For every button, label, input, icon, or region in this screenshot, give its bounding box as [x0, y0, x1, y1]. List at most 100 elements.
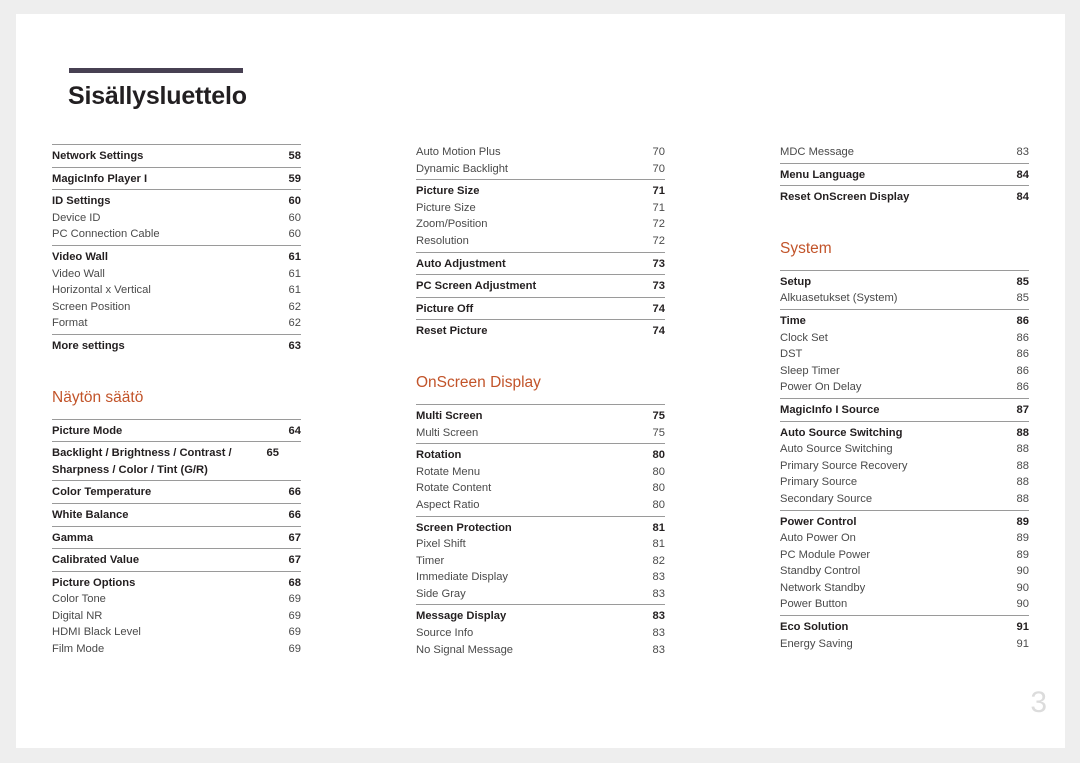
toc-entry-sub[interactable]: Resolution 72 — [416, 233, 665, 250]
toc-entry-main[interactable]: Power Control 89 — [780, 514, 1029, 531]
toc-entry-sub[interactable]: Color Tone 69 — [52, 591, 301, 608]
toc-entry-label: Energy Saving — [780, 637, 853, 650]
toc-entry-sub[interactable]: Rotate Content 80 — [416, 480, 665, 497]
toc-entry-page-number: 71 — [652, 201, 665, 214]
toc-entry-sub[interactable]: Auto Source Switching 88 — [780, 441, 1029, 458]
toc-entry-sub[interactable]: Auto Power On 89 — [780, 530, 1029, 547]
toc-entry-main[interactable]: Auto Adjustment 73 — [416, 256, 665, 273]
toc-entry-sub[interactable]: Network Standby 90 — [780, 580, 1029, 597]
toc-entry-sub[interactable]: Power Button 90 — [780, 596, 1029, 613]
toc-entry-main[interactable]: Calibrated Value 67 — [52, 552, 301, 569]
toc-entry-main[interactable]: Picture Off 74 — [416, 301, 665, 318]
toc-entry-page-number: 86 — [1016, 364, 1029, 377]
toc-entry-sub[interactable]: MDC Message 83 — [780, 144, 1029, 161]
toc-entry-sub[interactable]: DST 86 — [780, 346, 1029, 363]
toc-entry-sub[interactable]: Immediate Display 83 — [416, 569, 665, 586]
toc-entry-sub[interactable]: Secondary Source 88 — [780, 491, 1029, 508]
toc-entry-page-number: 89 — [1016, 532, 1029, 545]
toc-entry-page-number: 73 — [652, 257, 665, 270]
toc-entry-sub[interactable]: Clock Set 86 — [780, 330, 1029, 347]
toc-entry-label: HDMI Black Level — [52, 626, 141, 639]
toc-entry-sub[interactable]: Device ID 60 — [52, 210, 301, 227]
toc-entry-page-number: 65 — [266, 447, 279, 460]
toc-entry-sub[interactable]: Film Mode 69 — [52, 641, 301, 658]
toc-entry-sub[interactable]: Digital NR 69 — [52, 608, 301, 625]
toc-entry-label: Auto Source Switching — [780, 426, 903, 439]
toc-entry-main[interactable]: Color Temperature 66 — [52, 484, 301, 501]
toc-entry-main[interactable]: PC Screen Adjustment 73 — [416, 278, 665, 295]
toc-entry-main[interactable]: Setup 85 — [780, 274, 1029, 291]
toc-entry-label: Film Mode — [52, 643, 105, 656]
toc-entry-main[interactable]: Picture Mode 64 — [52, 423, 301, 440]
toc-entry-main[interactable]: Picture Size 71 — [416, 183, 665, 200]
toc-entry-sub[interactable]: Timer 82 — [416, 553, 665, 570]
toc-entry-main[interactable]: White Balance 66 — [52, 507, 301, 524]
toc-group: Time 86 Clock Set 86 DST 86 Sleep Timer 86 Power… — [780, 308, 1029, 396]
toc-entry-label: Rotate Menu — [416, 465, 481, 478]
toc-entry-sub[interactable]: Alkuasetukset (System) 85 — [780, 290, 1029, 307]
toc-entry-sub[interactable]: Standby Control 90 — [780, 563, 1029, 580]
toc-entry-sub[interactable]: HDMI Black Level 69 — [52, 624, 301, 641]
toc-entry-main[interactable]: MagicInfo Player I 59 — [52, 171, 301, 188]
toc-entry-sub[interactable]: Video Wall 61 — [52, 266, 301, 283]
toc-entry-label: Screen Position — [52, 300, 131, 313]
toc-entry-sub[interactable]: Dynamic Backlight 70 — [416, 161, 665, 178]
toc-entry-main[interactable]: Rotation 80 — [416, 447, 665, 464]
toc-entry-main[interactable]: Eco Solution 91 — [780, 619, 1029, 636]
toc-entry-page-number: 88 — [1016, 426, 1029, 439]
toc-entry-main[interactable]: MagicInfo I Source 87 — [780, 402, 1029, 419]
toc-entry-label: Screen Protection — [416, 521, 512, 534]
toc-entry-page-number: 88 — [1016, 443, 1029, 456]
toc-entry-main[interactable]: Screen Protection 81 — [416, 520, 665, 537]
toc-entry-main[interactable]: More settings 63 — [52, 338, 301, 355]
toc-entry-sub[interactable]: Primary Source Recovery 88 — [780, 458, 1029, 475]
toc-entry-sub[interactable]: Pixel Shift 81 — [416, 536, 665, 553]
toc-group: Power Control 89 Auto Power On 89 PC Module … — [780, 509, 1029, 614]
toc-entry-page-number: 80 — [652, 482, 665, 495]
toc-entry-main[interactable]: Multi Screen 75 — [416, 408, 665, 425]
toc-entry-sub[interactable]: Side Gray 83 — [416, 586, 665, 603]
toc-entry-label: Picture Mode — [52, 424, 123, 437]
toc-group: Eco Solution 91 Energy Saving 91 — [780, 615, 1029, 652]
toc-entry-sub[interactable]: Auto Motion Plus 70 — [416, 144, 665, 161]
toc-entry-sub[interactable]: Picture Size 71 — [416, 200, 665, 217]
toc-entry-main[interactable]: Reset Picture 74 — [416, 323, 665, 340]
toc-entry-sub[interactable]: Rotate Menu 80 — [416, 464, 665, 481]
toc-entry-main[interactable]: Reset OnScreen Display 84 — [780, 189, 1029, 206]
toc-group: MDC Message 83 — [780, 144, 1029, 161]
toc-entry-sub[interactable]: Multi Screen 75 — [416, 425, 665, 442]
toc-entry-sub[interactable]: Source Info 83 — [416, 625, 665, 642]
toc-entry-main[interactable]: Picture Options 68 — [52, 575, 301, 592]
document-page: Sisällysluettelo Network Settings 58 Magic… — [16, 14, 1065, 748]
toc-entry-sub[interactable]: Sleep Timer 86 — [780, 363, 1029, 380]
toc-entry-page-number: 89 — [1016, 515, 1029, 528]
toc-entry-sub[interactable]: Primary Source 88 — [780, 474, 1029, 491]
toc-group: Backlight / Brightness / Contrast / Shar… — [52, 441, 301, 478]
toc-entry-sub[interactable]: Zoom/Position 72 — [416, 216, 665, 233]
toc-entry-main[interactable]: Backlight / Brightness / Contrast / Shar… — [52, 445, 301, 478]
toc-entry-main[interactable]: Message Display 83 — [416, 608, 665, 625]
toc-entry-sub[interactable]: Format 62 — [52, 315, 301, 332]
toc-entry-sub[interactable]: Power On Delay 86 — [780, 379, 1029, 396]
toc-entry-label: Clock Set — [780, 331, 828, 344]
toc-group: Picture Options 68 Color Tone 69 Digital NR 6… — [52, 570, 301, 658]
toc-entry-main[interactable]: Network Settings 58 — [52, 148, 301, 165]
toc-entry-sub[interactable]: No Signal Message 83 — [416, 642, 665, 659]
toc-entry-main[interactable]: Time 86 — [780, 313, 1029, 330]
toc-entry-main[interactable]: Video Wall 61 — [52, 249, 301, 266]
toc-entry-sub[interactable]: Horizontal x Vertical 61 — [52, 282, 301, 299]
toc-entry-page-number: 64 — [288, 424, 301, 437]
toc-entry-main[interactable]: Auto Source Switching 88 — [780, 425, 1029, 442]
toc-entry-sub[interactable]: PC Connection Cable 60 — [52, 226, 301, 243]
toc-entry-page-number: 86 — [1016, 314, 1029, 327]
toc-entry-sub[interactable]: Energy Saving 91 — [780, 636, 1029, 653]
toc-entry-sub[interactable]: PC Module Power 89 — [780, 547, 1029, 564]
toc-entry-sub[interactable]: Screen Position 62 — [52, 299, 301, 316]
toc-entry-page-number: 69 — [288, 609, 301, 622]
toc-entry-main[interactable]: ID Settings 60 — [52, 193, 301, 210]
toc-entry-main[interactable]: Gamma 67 — [52, 530, 301, 547]
toc-entry-main[interactable]: Menu Language 84 — [780, 167, 1029, 184]
toc-entry-page-number: 69 — [288, 643, 301, 656]
toc-entry-sub[interactable]: Aspect Ratio 80 — [416, 497, 665, 514]
toc-group: Message Display 83 Source Info 83 No Signal … — [416, 604, 665, 658]
